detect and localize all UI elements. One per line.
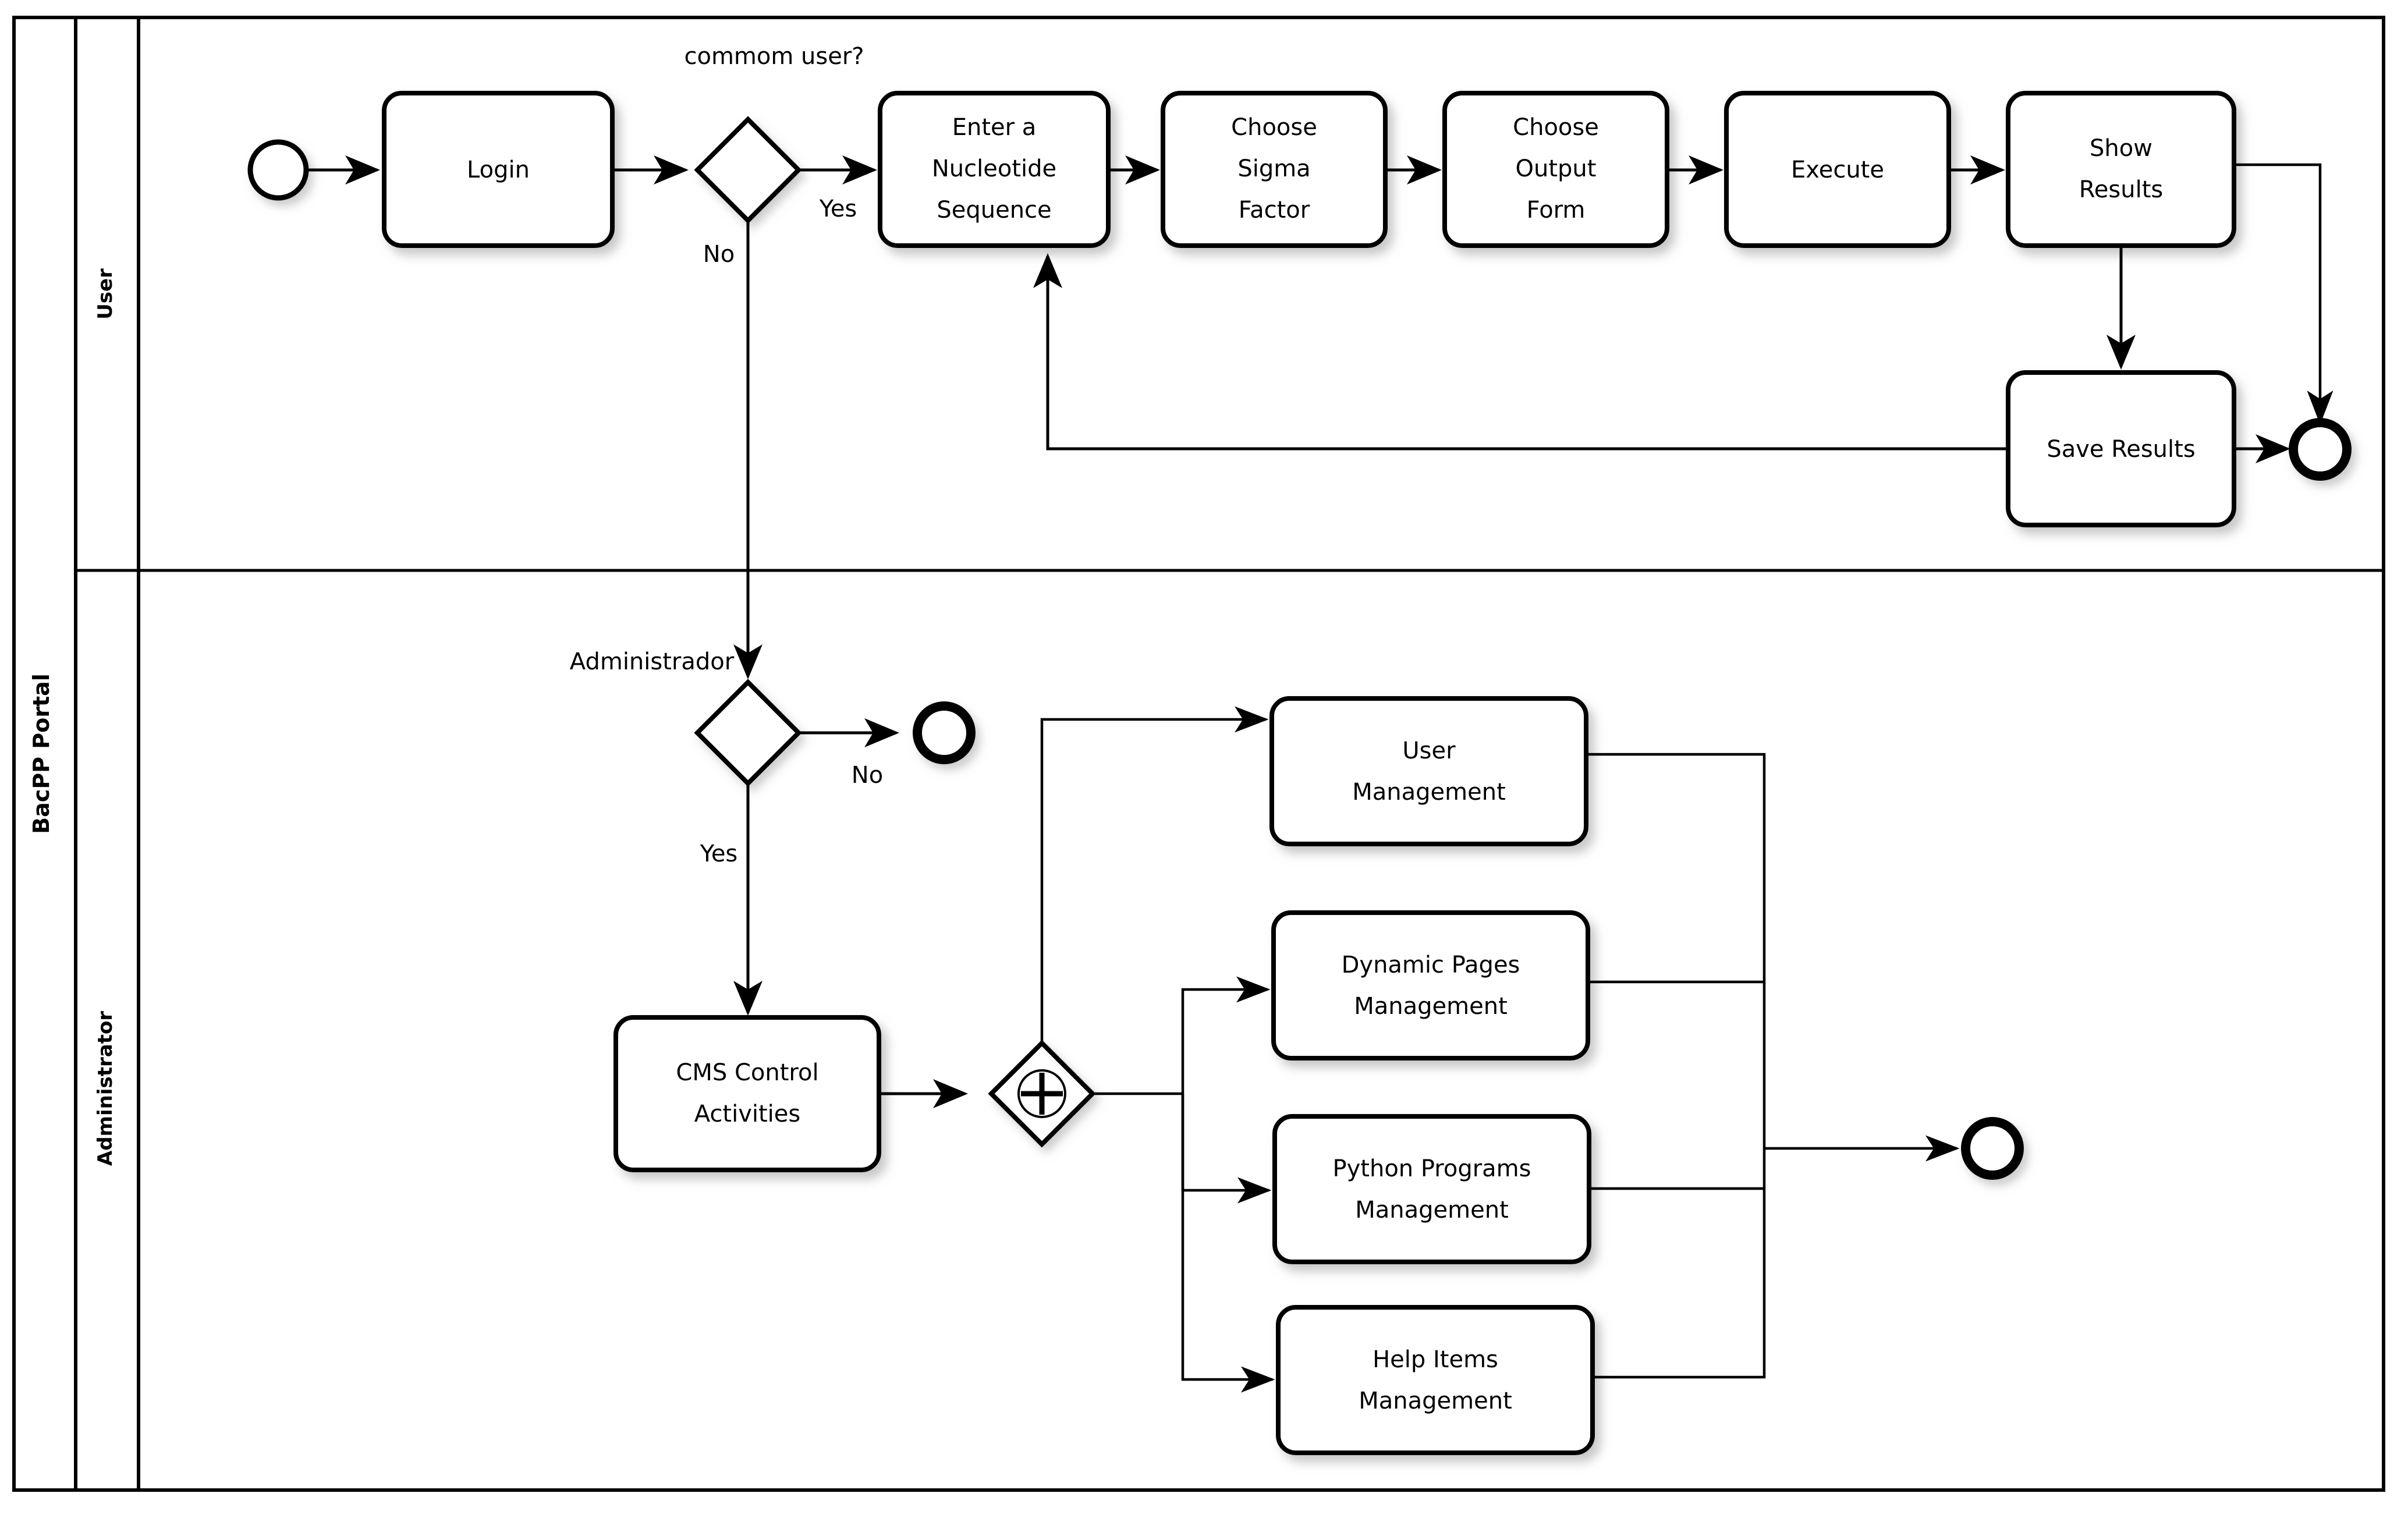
- flow-management-merge-to-end-event: [1586, 753, 1960, 1379]
- flow-label-yes-admin: Yes: [700, 840, 738, 867]
- pool-label: BacPP Portal: [29, 673, 54, 834]
- task-cms-control-activities[interactable]: CMS Control Activities: [613, 1015, 881, 1172]
- task-output-form-line3: Form: [1527, 197, 1586, 224]
- end-event-admin-no: [913, 701, 976, 764]
- lane-label-administrator-text: Administrator: [94, 1011, 117, 1166]
- task-login[interactable]: Login: [382, 91, 615, 248]
- flow-parallel-to-user-management: [1040, 706, 1269, 1043]
- flow-administrador-no-to-end-event: No: [799, 718, 899, 789]
- task-sigma-line3: Factor: [1239, 197, 1310, 224]
- flow-save-results-loopback-to-enter-sequence: [1033, 253, 2008, 451]
- bpmn-diagram: BacPP Portal User Administrator Login co…: [0, 0, 2408, 1518]
- task-help-items-line2: Management: [1359, 1388, 1512, 1414]
- task-python-programs-line1: Python Programs: [1333, 1155, 1531, 1182]
- task-execute[interactable]: Execute: [1724, 91, 1951, 248]
- task-cms-line2: Activities: [694, 1101, 800, 1127]
- task-enter-sequence-line2: Nucleotide: [932, 155, 1056, 182]
- flow-label-no-admin: No: [852, 762, 883, 789]
- task-enter-sequence-line1: Enter a: [952, 114, 1037, 141]
- task-enter-nucleotide-sequence[interactable]: Enter a Nucleotide Sequence: [878, 91, 1111, 248]
- lane-label-user: User: [94, 268, 117, 320]
- task-save-results-label: Save Results: [2047, 436, 2195, 463]
- flow-label-yes-user: Yes: [819, 196, 857, 222]
- task-help-items-management[interactable]: Help Items Management: [1276, 1305, 1595, 1455]
- flow-administrador-yes-to-cms: Yes: [700, 783, 763, 1016]
- gateway-administrador-label: Administrador: [570, 648, 735, 675]
- task-choose-sigma-factor[interactable]: Choose Sigma Factor: [1161, 91, 1388, 248]
- task-cms-line1: CMS Control: [676, 1059, 818, 1086]
- task-save-results[interactable]: Save Results: [2006, 370, 2236, 527]
- task-sigma-line1: Choose: [1231, 114, 1317, 141]
- task-user-management-line2: Management: [1352, 779, 1506, 806]
- lane-label-administrator: Administrator: [94, 1011, 117, 1166]
- gateway-commom-user[interactable]: commom user?: [684, 43, 864, 224]
- task-user-management[interactable]: User Management: [1269, 696, 1588, 846]
- task-execute-label: Execute: [1791, 157, 1884, 183]
- flow-parallel-right-trunk: [1093, 976, 1275, 1393]
- flow-show-results-to-end-event: [2234, 163, 2333, 425]
- flow-gateway-no-to-admin: No: [703, 221, 763, 679]
- gateway-administrador[interactable]: Administrador: [570, 648, 802, 787]
- end-event-user: [2289, 418, 2352, 481]
- task-enter-sequence-line3: Sequence: [937, 197, 1051, 224]
- flow-label-no-user: No: [703, 241, 735, 268]
- task-dynamic-pages-line1: Dynamic Pages: [1342, 952, 1520, 978]
- task-python-programs-management[interactable]: Python Programs Management: [1272, 1114, 1591, 1264]
- task-login-label: Login: [467, 157, 530, 183]
- start-event: [247, 139, 309, 201]
- task-show-results[interactable]: Show Results: [2006, 91, 2236, 248]
- task-dynamic-pages-management[interactable]: Dynamic Pages Management: [1271, 910, 1590, 1061]
- task-output-form-line1: Choose: [1513, 114, 1599, 141]
- task-output-form-line2: Output: [1516, 155, 1597, 182]
- gateway-commom-user-label: commom user?: [684, 43, 864, 70]
- task-show-results-line2: Results: [2079, 176, 2163, 203]
- task-help-items-line1: Help Items: [1373, 1346, 1498, 1373]
- task-show-results-line1: Show: [2090, 135, 2152, 162]
- task-python-programs-line2: Management: [1355, 1197, 1509, 1223]
- end-event-admin: [1961, 1117, 2024, 1180]
- pool-label-text: BacPP Portal: [29, 673, 54, 834]
- gateway-parallel-split[interactable]: [988, 1040, 1096, 1148]
- flow-gateway-yes-to-enter-sequence: Yes: [799, 155, 877, 222]
- task-sigma-line2: Sigma: [1237, 155, 1310, 182]
- task-user-management-line1: User: [1402, 737, 1456, 764]
- task-dynamic-pages-line2: Management: [1354, 993, 1508, 1020]
- lane-label-user-text: User: [94, 268, 117, 320]
- task-choose-output-form[interactable]: Choose Output Form: [1442, 91, 1669, 248]
